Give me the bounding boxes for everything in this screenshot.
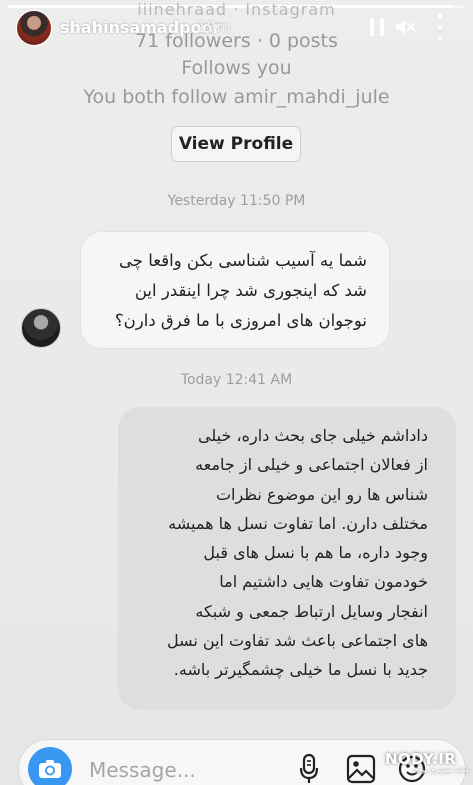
microphone-icon[interactable] <box>298 753 320 785</box>
site-watermark: NODY.IR مجله تصویری نودی <box>385 750 469 780</box>
profile-stats: 71 followers · 0 posts <box>135 30 338 52</box>
gallery-icon[interactable] <box>346 754 376 784</box>
message-timestamp: Yesterday 11:50 PM <box>167 193 306 209</box>
outgoing-message-text: داداشم خیلی جای بحث داره، خیلی از فعالان… <box>166 426 428 680</box>
sender-avatar <box>21 308 61 348</box>
camera-icon[interactable] <box>28 747 72 785</box>
message-input[interactable] <box>87 754 281 785</box>
incoming-message-bubble[interactable]: شما یه آسیب شناسی بکن واقعا چی شد که این… <box>80 231 390 349</box>
follows-you-label: Follows you <box>181 57 292 79</box>
story-screen: shahinsamadpoor 19m iiinehraad · Instagr… <box>0 0 473 785</box>
profile-handle: iiinehraad · Instagram <box>137 0 336 19</box>
mutual-follow-label: You both follow amir_mahdi_jule <box>83 86 390 108</box>
outgoing-message-bubble[interactable]: داداشم خیلی جای بحث داره، خیلی از فعالان… <box>118 407 456 710</box>
incoming-message-text: شما یه آسیب شناسی بکن واقعا چی شد که این… <box>114 251 367 330</box>
view-profile-button[interactable]: View Profile <box>171 126 301 162</box>
message-timestamp: Today 12:41 AM <box>180 372 293 388</box>
